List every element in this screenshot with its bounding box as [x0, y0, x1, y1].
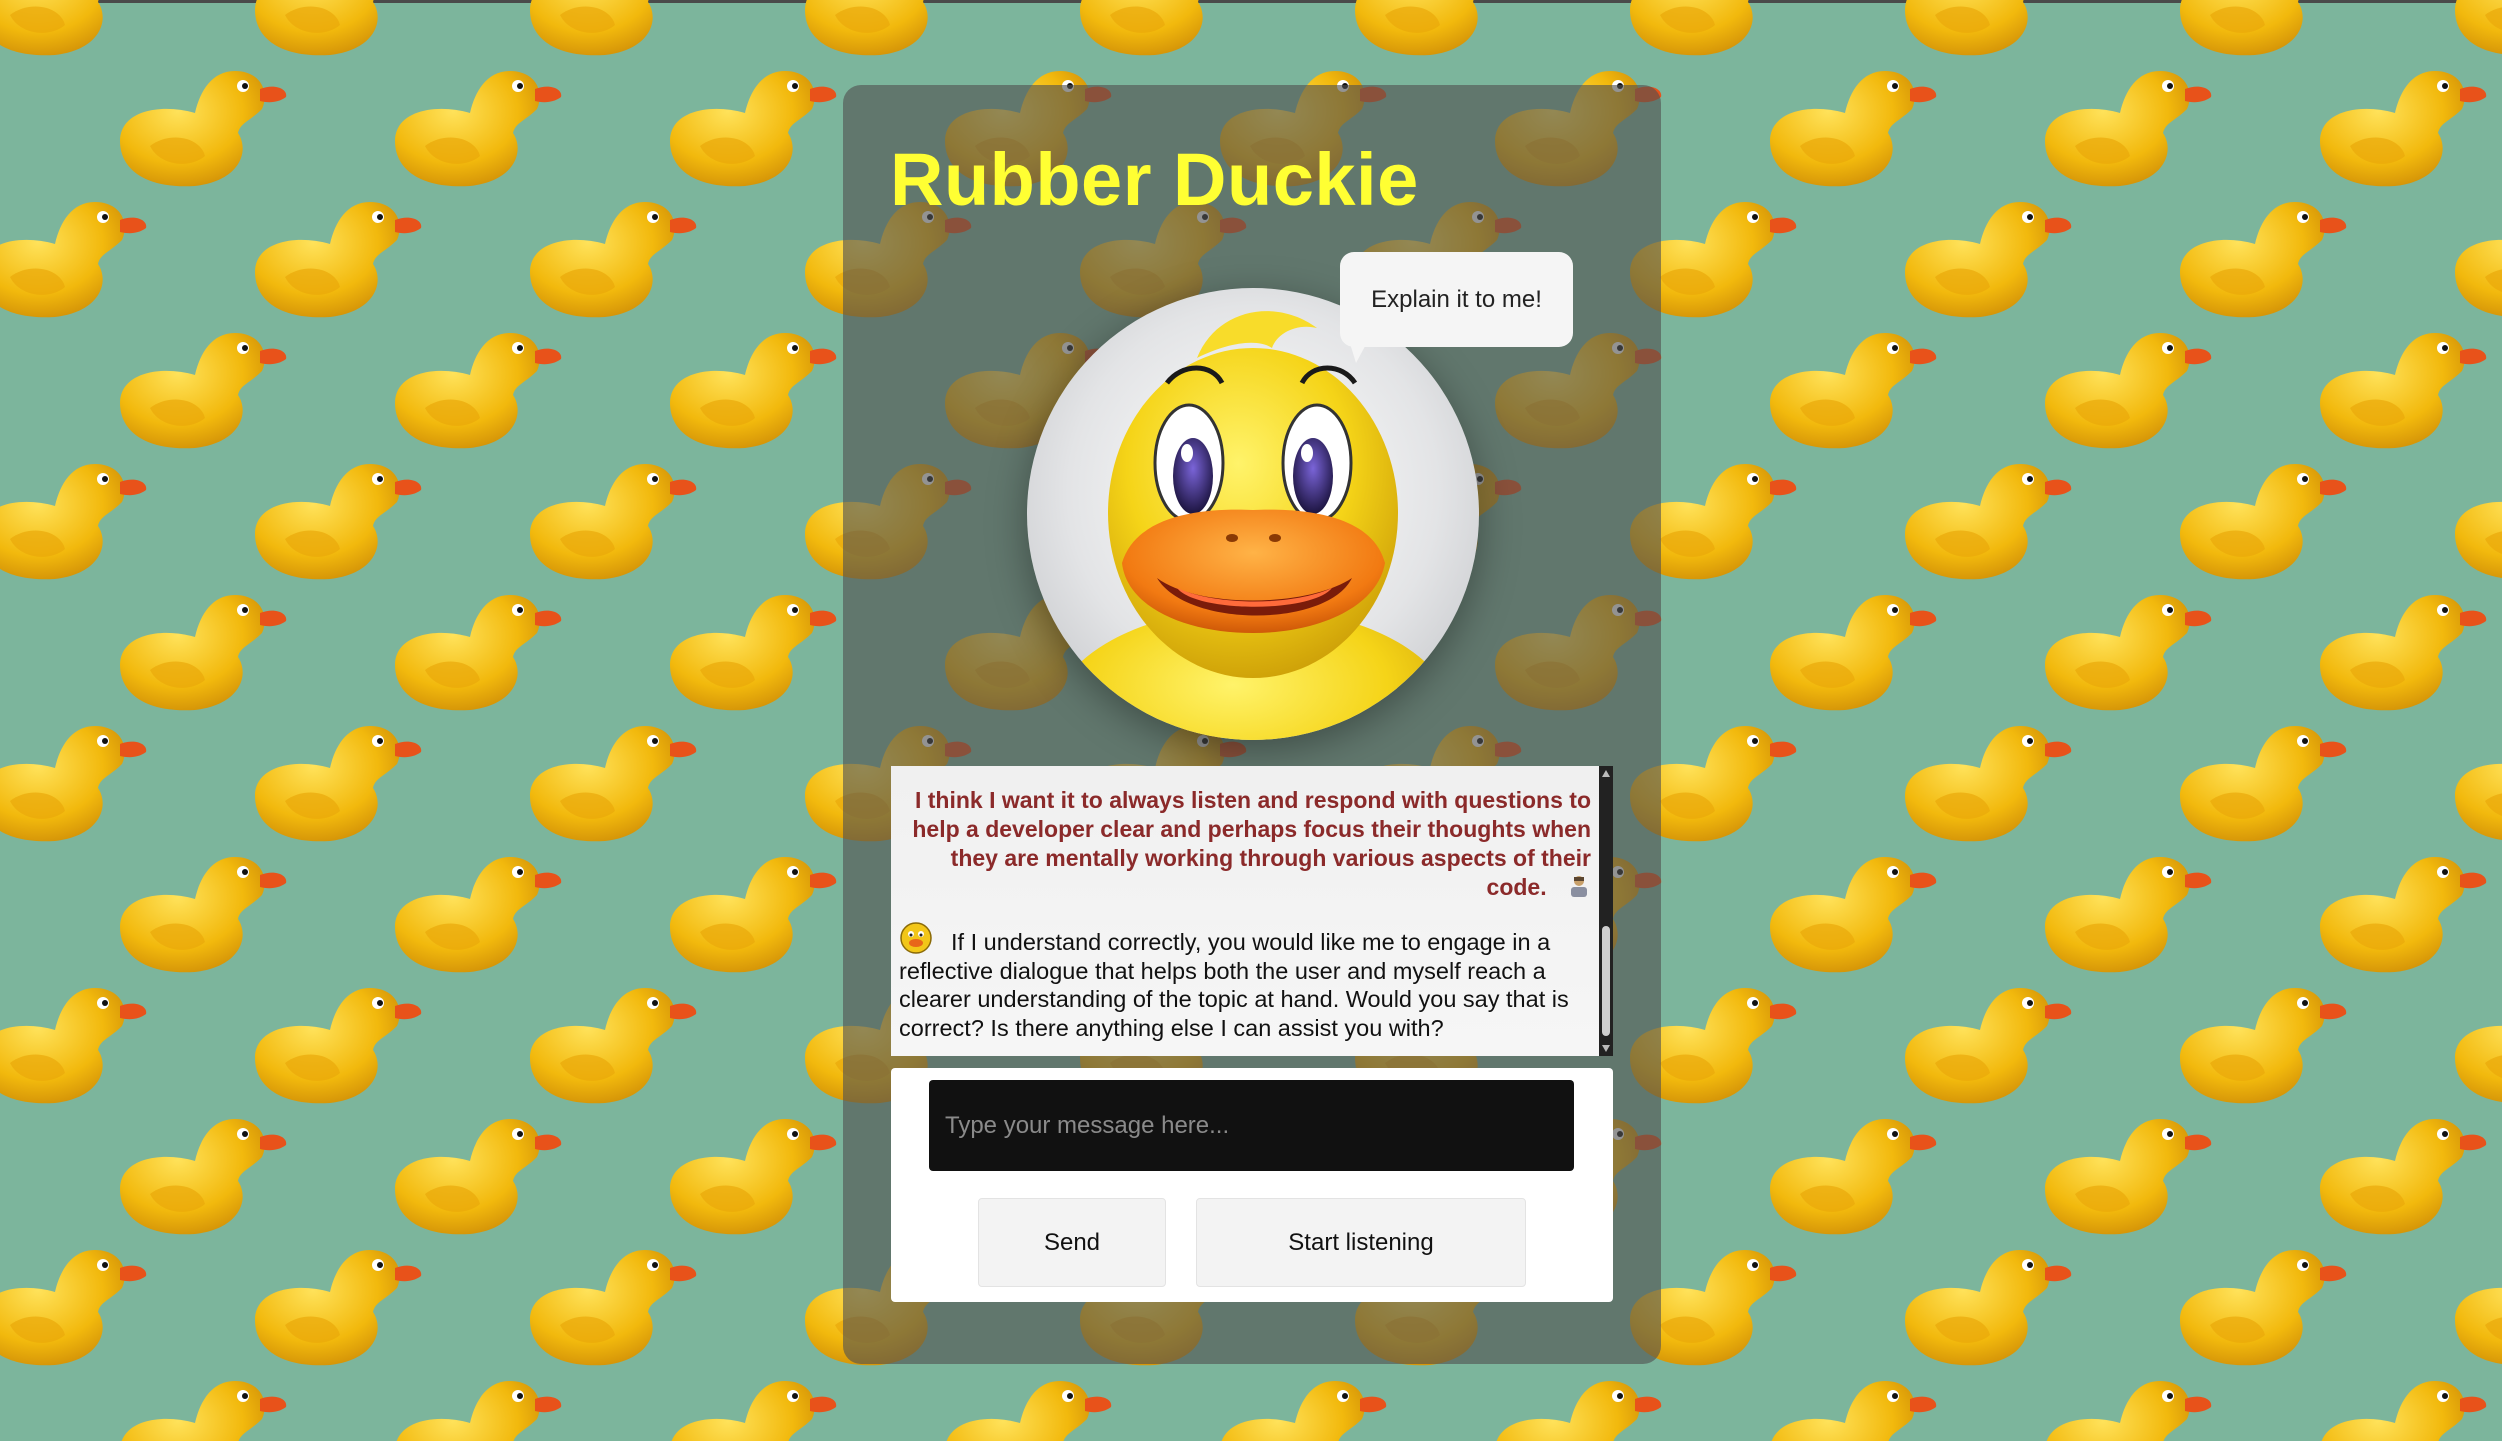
wallpaper-duck-icon: [650, 575, 840, 720]
wallpaper-duck-icon: [235, 706, 425, 851]
main-panel: Rubber Duckie Explain it to me! I think …: [843, 85, 1661, 1364]
user-message: I think I want it to always listen and r…: [901, 786, 1591, 902]
wallpaper-duck-icon: [2300, 1099, 2490, 1244]
wallpaper-duck-icon: [100, 313, 290, 458]
wallpaper-duck-icon: [100, 1099, 290, 1244]
wallpaper-duck-icon: [0, 706, 150, 851]
wallpaper-duck-icon: [2300, 575, 2490, 720]
wallpaper-duck-icon: [375, 1361, 565, 1441]
composer: Send Start listening: [891, 1068, 1613, 1302]
wallpaper-duck-icon: [2300, 837, 2490, 982]
duck-face-icon: [899, 921, 933, 955]
wallpaper-duck-icon: [510, 444, 700, 589]
send-button[interactable]: Send: [978, 1198, 1166, 1287]
wallpaper-duck-icon: [0, 968, 150, 1113]
wallpaper-duck-icon: [0, 182, 150, 327]
wallpaper-duck-icon: [650, 837, 840, 982]
wallpaper-duck-icon: [375, 1099, 565, 1244]
wallpaper-duck-icon: [925, 1361, 1115, 1441]
wallpaper-duck-icon: [510, 182, 700, 327]
assistant-message-text: If I understand correctly, you would lik…: [899, 929, 1569, 1041]
person-icon: [1567, 874, 1591, 898]
wallpaper-duck-icon: [510, 968, 700, 1113]
wallpaper-duck-icon: [375, 837, 565, 982]
duck-avatar: [1027, 288, 1479, 740]
scroll-down-arrow-icon[interactable]: [1601, 1042, 1611, 1054]
wallpaper-duck-icon: [1750, 837, 1940, 982]
wallpaper-duck-icon: [2025, 575, 2215, 720]
wallpaper-duck-icon: [1750, 1361, 1940, 1441]
speech-bubble: Explain it to me!: [1340, 252, 1573, 347]
wallpaper-duck-icon: [2300, 51, 2490, 196]
wallpaper-duck-icon: [235, 182, 425, 327]
wallpaper-duck-icon: [375, 313, 565, 458]
wallpaper-duck-icon: [2025, 51, 2215, 196]
wallpaper-duck-icon: [1750, 51, 1940, 196]
wallpaper-duck-icon: [0, 1230, 150, 1375]
wallpaper-duck-icon: [2435, 1230, 2502, 1375]
wallpaper-duck-icon: [2025, 313, 2215, 458]
wallpaper-duck-icon: [2300, 1361, 2490, 1441]
wallpaper-duck-icon: [100, 1361, 290, 1441]
wallpaper-duck-icon: [235, 968, 425, 1113]
wallpaper-duck-icon: [1750, 575, 1940, 720]
wallpaper-duck-icon: [650, 1361, 840, 1441]
wallpaper-duck-icon: [1885, 968, 2075, 1113]
wallpaper-duck-icon: [510, 1230, 700, 1375]
wallpaper-duck-icon: [2300, 313, 2490, 458]
wallpaper-duck-icon: [2025, 837, 2215, 982]
wallpaper-duck-icon: [1475, 1361, 1665, 1441]
wallpaper-duck-icon: [510, 706, 700, 851]
wallpaper-duck-icon: [1750, 313, 1940, 458]
chat-log[interactable]: I think I want it to always listen and r…: [891, 766, 1613, 1056]
wallpaper-duck-icon: [2025, 1361, 2215, 1441]
wallpaper-duck-icon: [2160, 182, 2350, 327]
wallpaper-duck-icon: [1885, 182, 2075, 327]
scroll-up-arrow-icon[interactable]: [1601, 768, 1611, 780]
wallpaper-duck-icon: [2160, 706, 2350, 851]
message-input[interactable]: [929, 1080, 1574, 1171]
chat-scrollbar[interactable]: [1599, 766, 1613, 1056]
wallpaper-duck-icon: [235, 1230, 425, 1375]
wallpaper-duck-icon: [2435, 182, 2502, 327]
wallpaper-duck-icon: [1885, 1230, 2075, 1375]
wallpaper-duck-icon: [2435, 968, 2502, 1113]
wallpaper-duck-icon: [100, 51, 290, 196]
wallpaper-duck-icon: [650, 1099, 840, 1244]
wallpaper-duck-icon: [650, 51, 840, 196]
scroll-thumb[interactable]: [1602, 926, 1610, 1036]
wallpaper-duck-icon: [2435, 706, 2502, 851]
wallpaper-duck-icon: [100, 575, 290, 720]
speech-bubble-tail: [1348, 337, 1370, 363]
wallpaper-duck-icon: [2160, 968, 2350, 1113]
wallpaper-duck-icon: [2025, 1099, 2215, 1244]
wallpaper-duck-icon: [1885, 444, 2075, 589]
wallpaper-duck-icon: [100, 837, 290, 982]
wallpaper-duck-icon: [1885, 706, 2075, 851]
wallpaper-duck-icon: [1200, 1361, 1390, 1441]
rubber-duck-face-icon: [1053, 311, 1453, 740]
wallpaper-duck-icon: [375, 51, 565, 196]
wallpaper-duck-icon: [650, 313, 840, 458]
wallpaper-duck-icon: [375, 575, 565, 720]
wallpaper-duck-icon: [235, 444, 425, 589]
wallpaper-duck-icon: [2160, 444, 2350, 589]
wallpaper-duck-icon: [2435, 444, 2502, 589]
user-message-text: I think I want it to always listen and r…: [912, 787, 1591, 900]
page-title: Rubber Duckie: [890, 138, 1419, 221]
wallpaper-duck-icon: [2160, 1230, 2350, 1375]
assistant-message: If I understand correctly, you would lik…: [899, 921, 1584, 1042]
wallpaper-duck-icon: [0, 444, 150, 589]
start-listening-button[interactable]: Start listening: [1196, 1198, 1526, 1287]
wallpaper-duck-icon: [1750, 1099, 1940, 1244]
